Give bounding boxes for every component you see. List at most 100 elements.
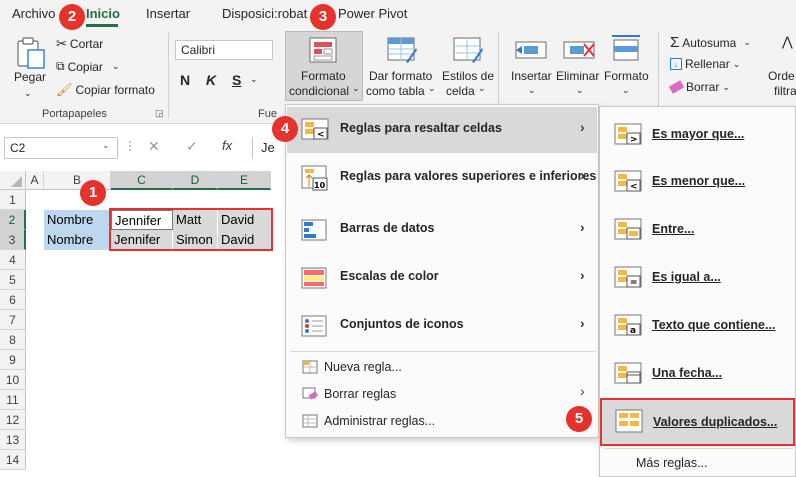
underline-button[interactable]: S [232, 72, 241, 88]
chevron-down-icon[interactable]: ⌄ [102, 140, 110, 151]
conditional-format-menu: < Reglas para resaltar celdas › 10 Regla… [285, 104, 599, 438]
submenu-item-text-contains[interactable]: a Texto que contiene... [600, 304, 795, 348]
chevron-down-icon[interactable]: ⌄ [528, 85, 536, 96]
clear-label: Borrar [686, 80, 720, 94]
chevron-right-icon: › [580, 119, 585, 135]
submenu-item-date[interactable]: Una fecha... [600, 352, 795, 396]
cell-b3[interactable]: Nombre [44, 230, 111, 250]
paste-button[interactable] [14, 36, 48, 73]
chevron-down-icon[interactable]: ⌄ [250, 74, 258, 85]
tab-disposicion[interactable]: Disposici:robat [222, 6, 307, 21]
italic-button[interactable]: K [206, 72, 216, 88]
cut-button[interactable]: ✂ Cortar [56, 36, 103, 52]
row-header[interactable]: 4 [0, 250, 26, 270]
conditional-format-label-1: Formato [301, 69, 346, 83]
row-header[interactable]: 5 [0, 270, 26, 290]
function-icon[interactable]: fx [222, 138, 232, 153]
fill-button[interactable]: ↓ Rellenar ⌄ [670, 57, 740, 71]
copy-label: Copiar [67, 59, 103, 74]
format-label: Formato [604, 69, 649, 83]
column-header-d[interactable]: D [173, 171, 218, 190]
row-header[interactable]: 12 [0, 410, 26, 430]
menu-item-data-bars[interactable]: Barras de datos › [286, 207, 598, 253]
sort-filter-icon[interactable]: ⋀ [782, 34, 793, 50]
format-painter-button[interactable]: 🖌 Copiar formato [56, 82, 155, 98]
menu-item-clear-rules[interactable]: Borrar reglas › [286, 382, 598, 406]
chevron-down-icon[interactable]: ⌄ [352, 83, 360, 94]
row-header[interactable]: 10 [0, 370, 26, 390]
format-as-table-label-2: como tabla [366, 84, 425, 98]
submenu-item-duplicate-values[interactable]: Valores duplicados... [600, 398, 795, 446]
row-header[interactable]: 1 [0, 190, 26, 210]
highlight-rules-label: Reglas para resaltar celdas [340, 121, 502, 135]
menu-item-top-bottom-rules[interactable]: 10 Reglas para valores superiores e infe… [286, 155, 598, 201]
text-contains-icon: a [614, 314, 644, 341]
text-contains-label: Texto que contiene... [652, 318, 776, 332]
insert-label: Insertar [511, 69, 552, 83]
highlight-rules-icon: < [301, 118, 331, 145]
chevron-down-icon[interactable]: ⌄ [722, 82, 730, 93]
cancel-icon[interactable]: ✕ [148, 138, 160, 155]
row-header[interactable]: 11 [0, 390, 26, 410]
confirm-icon[interactable]: ✓ [186, 138, 198, 155]
submenu-item-equal-to[interactable]: = Es igual a... [600, 256, 795, 300]
row-header[interactable]: 9 [0, 350, 26, 370]
menu-item-icon-sets[interactable]: Conjuntos de iconos › [286, 303, 598, 349]
color-scales-icon [301, 267, 329, 292]
submenu-item-more-rules[interactable]: Más reglas... [600, 452, 795, 474]
bold-button[interactable]: N [180, 72, 190, 88]
chevron-down-icon[interactable]: ⌄ [743, 37, 751, 48]
menu-item-manage-rules[interactable]: Administrar reglas... [286, 409, 598, 433]
copy-button[interactable]: ⧉ Copiar ⌄ [56, 59, 119, 74]
row-header[interactable]: 14 [0, 450, 26, 470]
row-header[interactable]: 8 [0, 330, 26, 350]
tab-power-pivot[interactable]: Power Pivot [338, 6, 407, 21]
top-bottom-rules-icon: 10 [301, 165, 331, 196]
paste-label: Pegar [14, 70, 47, 84]
row-header[interactable]: 2 [0, 210, 26, 230]
column-header-a[interactable]: A [26, 171, 44, 190]
tab-inicio[interactable]: Inicio [86, 6, 120, 21]
row-header[interactable]: 13 [0, 430, 26, 450]
chevron-down-icon[interactable]: ⌄ [24, 86, 32, 101]
tab-insertar[interactable]: Insertar [146, 6, 190, 21]
clear-rules-icon [302, 387, 318, 404]
chevron-right-icon: › [580, 219, 585, 235]
fill-label: Rellenar [685, 57, 730, 71]
svg-text:<: < [317, 130, 325, 140]
chevron-down-icon[interactable]: ⌄ [622, 85, 630, 96]
column-header-c[interactable]: C [111, 171, 173, 190]
row-header[interactable]: 3 [0, 230, 26, 250]
format-painter-label: Copiar formato [75, 83, 155, 97]
font-name-input[interactable]: Calibri [175, 40, 273, 60]
chevron-down-icon[interactable]: ⌄ [733, 59, 741, 70]
dialog-launcher-icon[interactable]: ◲ [155, 108, 164, 119]
column-header-e[interactable]: E [218, 171, 271, 190]
autosum-button[interactable]: Σ Autosuma ⌄ [670, 34, 751, 51]
manage-rules-icon [302, 414, 318, 431]
format-cells-icon[interactable] [610, 34, 642, 67]
menu-item-new-rule[interactable]: Nueva regla... [286, 355, 598, 379]
menu-item-highlight-rules[interactable]: < Reglas para resaltar celdas › [286, 107, 598, 153]
select-all-corner[interactable] [0, 171, 26, 190]
tab-archivo[interactable]: Archivo [12, 6, 55, 21]
chevron-down-icon[interactable]: ⌄ [428, 83, 436, 94]
cell-styles-icon[interactable] [452, 36, 484, 67]
row-header[interactable]: 6 [0, 290, 26, 310]
group-label-fuente: Fue [258, 108, 277, 120]
menu-item-color-scales[interactable]: Escalas de color › [286, 255, 598, 301]
submenu-item-greater-than[interactable]: > Es mayor que... [600, 113, 795, 157]
row-header[interactable]: 7 [0, 310, 26, 330]
cell-b2[interactable]: Nombre [44, 210, 111, 230]
submenu-item-between[interactable]: Entre... [600, 208, 795, 252]
chevron-down-icon[interactable]: ⌄ [576, 85, 584, 96]
between-icon [614, 218, 644, 245]
name-box[interactable]: C2 [4, 137, 118, 159]
delete-cells-icon[interactable] [562, 36, 596, 67]
clear-button[interactable]: Borrar ⌄ [668, 80, 730, 94]
submenu-item-less-than[interactable]: < Es menor que... [600, 160, 795, 204]
chevron-down-icon[interactable]: ⌄ [112, 61, 120, 72]
insert-cells-icon[interactable] [514, 36, 548, 67]
chevron-down-icon[interactable]: ⌄ [478, 83, 486, 94]
format-as-table-icon[interactable] [386, 36, 418, 67]
